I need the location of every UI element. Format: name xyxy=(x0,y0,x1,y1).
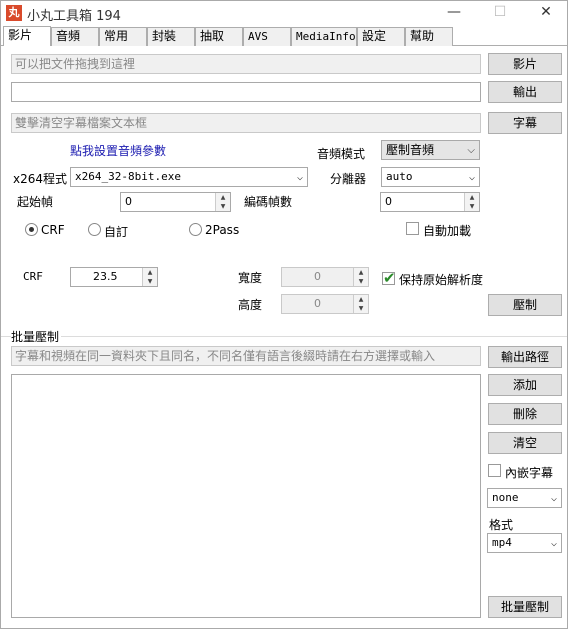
check-icon: ✔ xyxy=(383,269,396,287)
window-title: 小丸工具箱 194 xyxy=(27,9,121,24)
width-value: 0 xyxy=(314,270,321,283)
delete-button[interactable]: 刪除 xyxy=(488,403,562,425)
mode-crf-radio[interactable] xyxy=(25,223,38,236)
width-label: 寬度 xyxy=(238,271,263,285)
maximize-button[interactable]: ☐ xyxy=(477,1,523,25)
chevron-down-icon: ⌵ xyxy=(550,493,557,504)
chevron-down-icon: ⌵ xyxy=(296,172,303,183)
spin-arrows[interactable]: ▲ ▼ xyxy=(464,193,479,211)
audio-mode-value: 壓制音頻 xyxy=(386,143,435,157)
batch-hint-field[interactable]: 字幕和視頻在同一資料夾下且同名，不同名僅有語言後綴時請在右方選擇或輸入 xyxy=(11,346,481,366)
keep-resolution-label[interactable]: 保持原始解析度 xyxy=(399,271,483,288)
subtitle-language-select[interactable]: none ⌵ xyxy=(487,488,562,508)
subtitle-file-field[interactable]: 雙擊清空字幕檔案文本框 xyxy=(11,113,481,133)
spin-down-icon[interactable]: ▼ xyxy=(354,304,368,313)
spin-arrows[interactable]: ▲ ▼ xyxy=(353,268,368,286)
spin-down-icon[interactable]: ▼ xyxy=(216,202,230,211)
tab-mediainfo[interactable]: MediaInfo xyxy=(291,27,357,46)
output-button[interactable]: 輸出 xyxy=(488,81,562,103)
tab-common[interactable]: 常用 xyxy=(99,27,147,46)
section-divider xyxy=(1,336,567,337)
spin-up-icon[interactable]: ▲ xyxy=(354,268,368,277)
output-path-field[interactable] xyxy=(11,82,481,102)
width-input[interactable]: 0 ▲ ▼ xyxy=(281,267,369,287)
spin-arrows[interactable]: ▲ ▼ xyxy=(142,268,157,286)
tab-video[interactable]: 影片 xyxy=(3,26,51,46)
audio-settings-link[interactable]: 點我設置音頻參數 xyxy=(70,142,166,159)
chevron-down-icon: ⌵ xyxy=(468,172,475,183)
splitter-label: 分離器 xyxy=(330,172,367,186)
spin-up-icon[interactable]: ▲ xyxy=(216,193,230,202)
crf-value: 23.5 xyxy=(93,270,118,283)
format-label: 格式 xyxy=(489,518,514,532)
chevron-down-icon: ⌵ xyxy=(467,145,475,156)
auto-subtitle-checkbox[interactable] xyxy=(406,222,419,235)
spin-arrows[interactable]: ▲ ▼ xyxy=(353,295,368,313)
app-logo-icon: 丸 xyxy=(6,5,22,21)
start-frame-label: 起始幀 xyxy=(17,195,54,209)
encode-frames-label: 編碼幀數 xyxy=(244,195,293,209)
title-bar: 丸 小丸工具箱 194 — ☐ ✕ xyxy=(1,1,567,25)
batch-section-title: 批量壓制 xyxy=(11,328,62,345)
format-value: mp4 xyxy=(492,536,512,549)
batch-file-list[interactable] xyxy=(11,374,481,618)
splitter-value: auto xyxy=(386,170,413,183)
height-input[interactable]: 0 ▲ ▼ xyxy=(281,294,369,314)
tab-avs[interactable]: AVS xyxy=(243,27,291,46)
start-frame-value: 0 xyxy=(125,195,132,208)
start-frame-input[interactable]: 0 ▲ ▼ xyxy=(120,192,231,212)
mode-2pass-radio[interactable] xyxy=(189,223,202,236)
tab-strip: 影片 音頻 常用 封裝 抽取 AVS MediaInfo 設定 幫助 xyxy=(1,26,567,46)
chevron-down-icon: ⌵ xyxy=(550,538,557,549)
subtitle-button[interactable]: 字幕 xyxy=(488,112,562,134)
height-value: 0 xyxy=(314,297,321,310)
spin-up-icon[interactable]: ▲ xyxy=(354,295,368,304)
minimize-button[interactable]: — xyxy=(431,1,477,25)
encode-frames-input[interactable]: 0 ▲ ▼ xyxy=(380,192,480,212)
crf-input[interactable]: 23.5 ▲ ▼ xyxy=(70,267,158,287)
mode-custom-radio[interactable] xyxy=(88,223,101,236)
tab-mux[interactable]: 封裝 xyxy=(147,27,195,46)
crf-label: CRF xyxy=(23,270,43,283)
format-select[interactable]: mp4 ⌵ xyxy=(487,533,562,553)
x264-value: x264_32-8bit.exe xyxy=(75,170,181,183)
embed-subtitle-checkbox[interactable] xyxy=(488,464,501,477)
splitter-select[interactable]: auto ⌵ xyxy=(381,167,480,187)
spin-down-icon[interactable]: ▼ xyxy=(354,277,368,286)
x264-label: x264程式 xyxy=(13,172,68,186)
close-button[interactable]: ✕ xyxy=(523,1,567,25)
batch-encode-button[interactable]: 批量壓制 xyxy=(488,596,562,618)
spin-down-icon[interactable]: ▼ xyxy=(465,202,479,211)
mode-crf-label[interactable]: CRF xyxy=(41,223,65,237)
spin-down-icon[interactable]: ▼ xyxy=(143,277,157,286)
audio-mode-label: 音頻模式 xyxy=(317,147,366,161)
mode-custom-label[interactable]: 自訂 xyxy=(104,223,128,240)
tab-settings[interactable]: 設定 xyxy=(357,27,405,46)
clear-button[interactable]: 清空 xyxy=(488,432,562,454)
encode-button[interactable]: 壓制 xyxy=(488,294,562,316)
spin-arrows[interactable]: ▲ ▼ xyxy=(215,193,230,211)
output-path-button[interactable]: 輸出路徑 xyxy=(488,346,562,368)
app-window: 丸 小丸工具箱 194 — ☐ ✕ 影片 音頻 常用 封裝 抽取 AVS Med… xyxy=(0,0,568,629)
embed-subtitle-label[interactable]: 內嵌字幕 xyxy=(505,464,553,481)
spin-up-icon[interactable]: ▲ xyxy=(465,193,479,202)
tab-extract[interactable]: 抽取 xyxy=(195,27,243,46)
tab-audio[interactable]: 音頻 xyxy=(51,27,99,46)
add-button[interactable]: 添加 xyxy=(488,374,562,396)
video-tab-panel: 可以把文件拖拽到這裡 影片 輸出 雙擊清空字幕檔案文本框 字幕 點我設置音頻參數… xyxy=(1,46,567,628)
tab-help[interactable]: 幫助 xyxy=(405,27,453,46)
video-button[interactable]: 影片 xyxy=(488,53,562,75)
encode-frames-value: 0 xyxy=(385,195,392,208)
keep-resolution-checkbox[interactable]: ✔ xyxy=(382,269,396,287)
x264-select[interactable]: x264_32-8bit.exe ⌵ xyxy=(70,167,308,187)
video-input-field[interactable]: 可以把文件拖拽到這裡 xyxy=(11,54,481,74)
mode-2pass-label[interactable]: 2Pass xyxy=(205,223,239,237)
height-label: 高度 xyxy=(238,298,263,312)
auto-subtitle-label[interactable]: 自動加載 xyxy=(423,222,471,239)
subtitle-language-value: none xyxy=(492,491,519,504)
audio-mode-select[interactable]: 壓制音頻 ⌵ xyxy=(381,140,480,160)
spin-up-icon[interactable]: ▲ xyxy=(143,268,157,277)
